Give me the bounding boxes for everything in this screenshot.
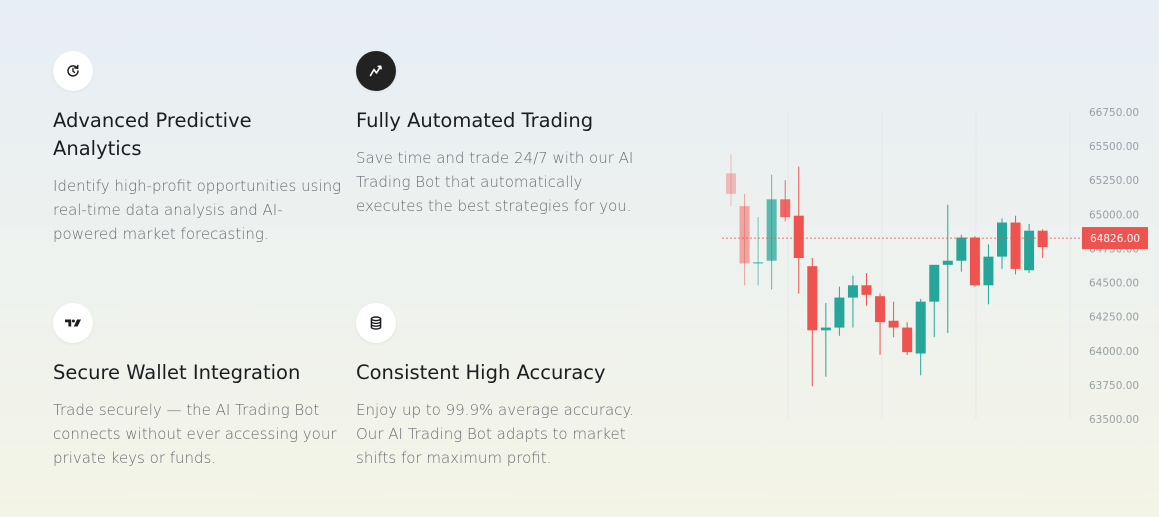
feature-description: Enjoy up to 99.9% average accuracy. Our … — [356, 401, 634, 467]
candle-body — [915, 301, 926, 354]
candle-body — [753, 262, 764, 264]
y-tick-label: 66750.00 — [1089, 107, 1139, 119]
candle-body — [997, 222, 1007, 257]
candle-body — [820, 327, 831, 331]
feature-icon-badge — [356, 51, 396, 91]
feature-automated-trading: Fully Automated Trading Save time and tr… — [356, 51, 646, 218]
candle-body — [942, 260, 953, 265]
feature-description: Trade securely — the AI Trading Bot conn… — [53, 401, 337, 467]
candle-body — [888, 320, 899, 328]
database-icon — [370, 316, 382, 330]
candle-body — [983, 256, 994, 286]
y-tick-label: 64500.00 — [1089, 278, 1139, 290]
candle-body — [780, 199, 791, 218]
candle-body — [929, 264, 940, 302]
candle-body — [902, 327, 913, 353]
feature-title: Secure Wallet Integration — [53, 361, 301, 384]
price-chart: 66750.0065500.0065250.0065000.0064750.00… — [722, 107, 1148, 426]
y-tick-label: 64250.00 — [1089, 312, 1139, 324]
feature-icon-badge — [53, 303, 93, 343]
tradingview-logo-icon — [65, 319, 81, 327]
y-tick-label: 65250.00 — [1089, 175, 1139, 187]
feature-title: Advanced Predictive Analytics — [53, 109, 252, 160]
last-price-label: 64826.00 — [1090, 233, 1140, 245]
feature-secure-wallet: Secure Wallet Integration Trade securely… — [53, 303, 343, 470]
feature-description: Identify high-profit opportunities using… — [53, 177, 342, 243]
y-tick-label: 65500.00 — [1089, 141, 1139, 153]
y-tick-label: 63500.00 — [1089, 414, 1139, 426]
feature-predictive-analytics: Advanced Predictive Analytics Identify h… — [53, 51, 343, 246]
feature-title: Fully Automated Trading — [356, 109, 594, 132]
candle-body — [956, 237, 967, 261]
feature-description: Save time and trade 24/7 with our AI Tra… — [356, 149, 634, 215]
y-tick-label: 64000.00 — [1089, 346, 1139, 358]
candle-body — [766, 199, 777, 261]
candle-body — [861, 285, 872, 295]
y-tick-label: 63750.00 — [1089, 380, 1139, 392]
candle-body — [1024, 230, 1035, 271]
feature-title: Consistent High Accuracy — [356, 361, 606, 384]
trend-line-icon — [369, 65, 382, 77]
refresh-clock-icon — [67, 64, 79, 77]
candle-body — [793, 215, 804, 258]
candle-body — [875, 296, 886, 323]
candle-body — [1010, 222, 1021, 269]
feature-icon-badge — [356, 303, 396, 343]
candle-body — [834, 297, 845, 328]
y-tick-label: 65000.00 — [1089, 209, 1139, 221]
candle-body — [847, 285, 858, 298]
candle-body — [969, 237, 980, 286]
candle-body — [739, 206, 750, 264]
candle-body — [726, 173, 736, 194]
candle-body — [807, 266, 818, 331]
feature-icon-badge — [53, 51, 93, 91]
feature-high-accuracy: Consistent High Accuracy Enjoy up to 99.… — [356, 303, 646, 470]
candle-body — [1037, 230, 1048, 248]
